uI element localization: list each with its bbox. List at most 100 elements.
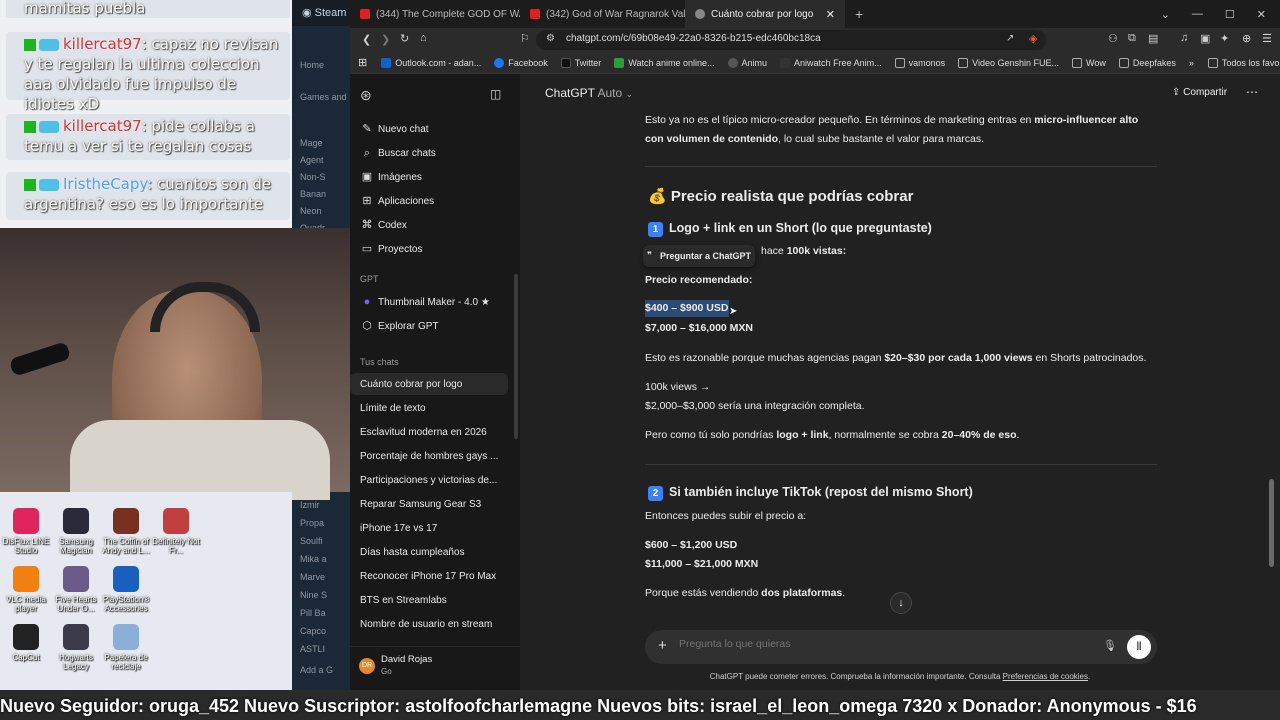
- desktop-icon[interactable]: PlayStation® Accessories: [96, 566, 156, 613]
- chat-message: mamitas puebla: [6, 0, 290, 18]
- add-attachment-icon[interactable]: +: [658, 637, 667, 654]
- steam-game-item[interactable]: Non-S: [300, 172, 350, 182]
- chat-item[interactable]: Porcentaje de hombres gays ...: [350, 445, 508, 467]
- music-icon[interactable]: ♫: [1180, 32, 1188, 44]
- bookmark-folder-vamonos[interactable]: vamonos: [894, 57, 945, 68]
- bookmark-facebook[interactable]: Facebook: [494, 57, 548, 68]
- user-profile[interactable]: DR David Rojas Go: [350, 646, 520, 686]
- sidebar-search-chats[interactable]: ⌕ Buscar chats: [350, 142, 510, 164]
- all-bookmarks[interactable]: Todos los favoritos: [1207, 57, 1280, 68]
- more-bookmarks-icon[interactable]: »: [1189, 58, 1194, 68]
- share-button[interactable]: ⇪ Compartir: [1172, 87, 1227, 98]
- cookie-preferences-link[interactable]: Preferencias de cookies: [1003, 672, 1088, 681]
- steam-game-item[interactable]: Mage: [300, 138, 350, 148]
- tab-chatgpt[interactable]: Cuánto cobrar por logo ✕: [685, 0, 845, 28]
- sidebar-toggle-icon[interactable]: ▣: [1200, 32, 1210, 45]
- vpn-icon[interactable]: ⊕: [1242, 32, 1251, 45]
- bookmark-anime[interactable]: Watch anime online...: [614, 57, 715, 68]
- tab-god-of-war[interactable]: (344) The Complete GOD OF WAR Ti: [350, 0, 520, 28]
- steam-game-item[interactable]: Nine S: [300, 590, 350, 600]
- bookmark-animu[interactable]: Animu: [727, 57, 767, 68]
- more-options-icon[interactable]: ⋯: [1246, 85, 1258, 99]
- back-icon[interactable]: ❮: [362, 33, 371, 46]
- bookmark-aniwatch[interactable]: Aniwatch Free Anim...: [780, 57, 882, 68]
- chat-item[interactable]: Límite de texto: [350, 397, 508, 419]
- raise-line: Entonces puedes subir el precio a:: [645, 510, 807, 522]
- sidebar-images[interactable]: ▣ Imágenes: [350, 166, 510, 188]
- steam-game-item[interactable]: Capco: [300, 626, 350, 636]
- close-window-icon[interactable]: ✕: [1257, 8, 1266, 21]
- new-tab-button[interactable]: +: [845, 0, 873, 28]
- price-usd-selected[interactable]: $400 – $900 USD: [645, 300, 730, 317]
- close-tab-icon[interactable]: ✕: [826, 8, 835, 21]
- app-icon: [63, 624, 89, 650]
- chat-item[interactable]: Reparar Samsung Gear S3: [350, 493, 508, 515]
- sidebar-gpt-thumbnail-maker[interactable]: ● Thumbnail Maker - 4.0 ★: [350, 291, 510, 313]
- chat-item[interactable]: Esclavitud moderna en 2026: [350, 421, 508, 443]
- steam-menu-games[interactable]: Games and: [300, 92, 350, 102]
- arrow-down-icon: ↓: [898, 597, 904, 609]
- steam-add-game[interactable]: Add a G: [300, 665, 350, 675]
- sidebar-codex[interactable]: ⌘ Codex: [350, 214, 510, 236]
- openai-logo-icon[interactable]: ⊛: [360, 87, 372, 104]
- puzzle-icon[interactable]: ⧉: [1128, 32, 1136, 45]
- bookmark-outlook[interactable]: Outlook.com - adan...: [381, 57, 481, 68]
- steam-tab[interactable]: ◉ Steam: [292, 0, 352, 26]
- leo-ai-icon[interactable]: ✦: [1220, 32, 1229, 45]
- scroll-down-button[interactable]: ↓: [890, 592, 912, 614]
- bookmark-folder-genshin[interactable]: Video Genshin FUE...: [958, 57, 1059, 68]
- sidebar-projects[interactable]: ▭ Proyectos: [350, 238, 510, 260]
- prompt-input[interactable]: [679, 638, 1059, 650]
- moderator-badge-icon: [24, 178, 36, 191]
- sidebar-new-chat[interactable]: ✎ Nuevo chat: [350, 118, 510, 140]
- sidebar-scrollbar[interactable]: [514, 274, 518, 439]
- chat-item[interactable]: Días hasta cumpleaños: [350, 541, 508, 563]
- bookmark-twitter[interactable]: Twitter: [560, 57, 601, 68]
- steam-game-item[interactable]: Soulfi: [300, 536, 350, 546]
- apps-grid-icon[interactable]: ⊞: [358, 56, 367, 69]
- site-info-icon[interactable]: ⚙: [546, 33, 555, 44]
- chat-item[interactable]: Reconocer iPhone 17 Pro Max: [350, 565, 508, 587]
- desktop-icon[interactable]: Definitely Not Fr...: [146, 508, 206, 555]
- main-scrollbar[interactable]: [1269, 479, 1274, 567]
- steam-game-item[interactable]: Agent: [300, 155, 350, 165]
- maximize-icon[interactable]: ☐: [1225, 8, 1235, 21]
- model-selector[interactable]: ChatGPT Auto ⌄: [545, 86, 633, 100]
- wallet-icon[interactable]: ▤: [1148, 32, 1158, 45]
- steam-game-item[interactable]: Izmir: [300, 500, 350, 510]
- chat-item[interactable]: Nombre de usuario en stream: [350, 613, 508, 635]
- steam-game-item[interactable]: Neon: [300, 206, 350, 216]
- home-icon[interactable]: ⌂: [420, 32, 427, 44]
- menu-icon[interactable]: ☰: [1262, 32, 1272, 45]
- steam-game-item[interactable]: ASTLI: [300, 644, 350, 654]
- bookmark-folder-wow[interactable]: Wow: [1072, 57, 1106, 68]
- chat-item[interactable]: iPhone 17e vs 17: [350, 517, 508, 539]
- folder-icon: [1207, 57, 1218, 68]
- sidebar-explore-gpt[interactable]: ⬡ Explorar GPT: [350, 315, 510, 337]
- chat-item[interactable]: Participaciones y victorias de...: [350, 469, 508, 491]
- steam-menu-home[interactable]: Home: [300, 60, 350, 70]
- voice-mode-button[interactable]: ⦀: [1127, 635, 1151, 659]
- steam-game-item[interactable]: Banan: [300, 189, 350, 199]
- bookmark-icon[interactable]: ⚐: [520, 32, 530, 45]
- chat-item-active[interactable]: Cuánto cobrar por logo: [350, 373, 508, 395]
- forward-icon[interactable]: ❯: [381, 33, 390, 46]
- tab-search-icon[interactable]: ⌄: [1161, 8, 1170, 21]
- microphone-icon[interactable]: 🎙: [1103, 639, 1117, 652]
- close-sidebar-icon[interactable]: ◫: [490, 87, 501, 101]
- steam-game-item[interactable]: Propa: [300, 518, 350, 528]
- bookmark-folder-deepfakes[interactable]: Deepfakes: [1118, 57, 1176, 68]
- chat-item[interactable]: BTS en Streamlabs: [350, 589, 508, 611]
- extension-icon[interactable]: ⚇: [1108, 32, 1118, 45]
- steam-game-item[interactable]: Marve: [300, 572, 350, 582]
- brave-shield-icon[interactable]: ◈: [1029, 32, 1037, 45]
- reload-icon[interactable]: ↻: [400, 32, 409, 45]
- share-page-icon[interactable]: ↗: [1006, 33, 1014, 44]
- minimize-icon[interactable]: —: [1192, 8, 1203, 21]
- desktop-icon[interactable]: Papelera de reciclaje: [96, 624, 156, 671]
- sidebar-apps[interactable]: ⊞ Aplicaciones: [350, 190, 510, 212]
- ask-chatgpt-tooltip[interactable]: ❞ Preguntar a ChatGPT: [643, 245, 755, 267]
- steam-game-item[interactable]: Pill Ba: [300, 608, 350, 618]
- tab-god-of-war-ragnarok[interactable]: (342) God of War Ragnarok Valhalla: [520, 0, 685, 28]
- steam-game-item[interactable]: Mika a: [300, 554, 350, 564]
